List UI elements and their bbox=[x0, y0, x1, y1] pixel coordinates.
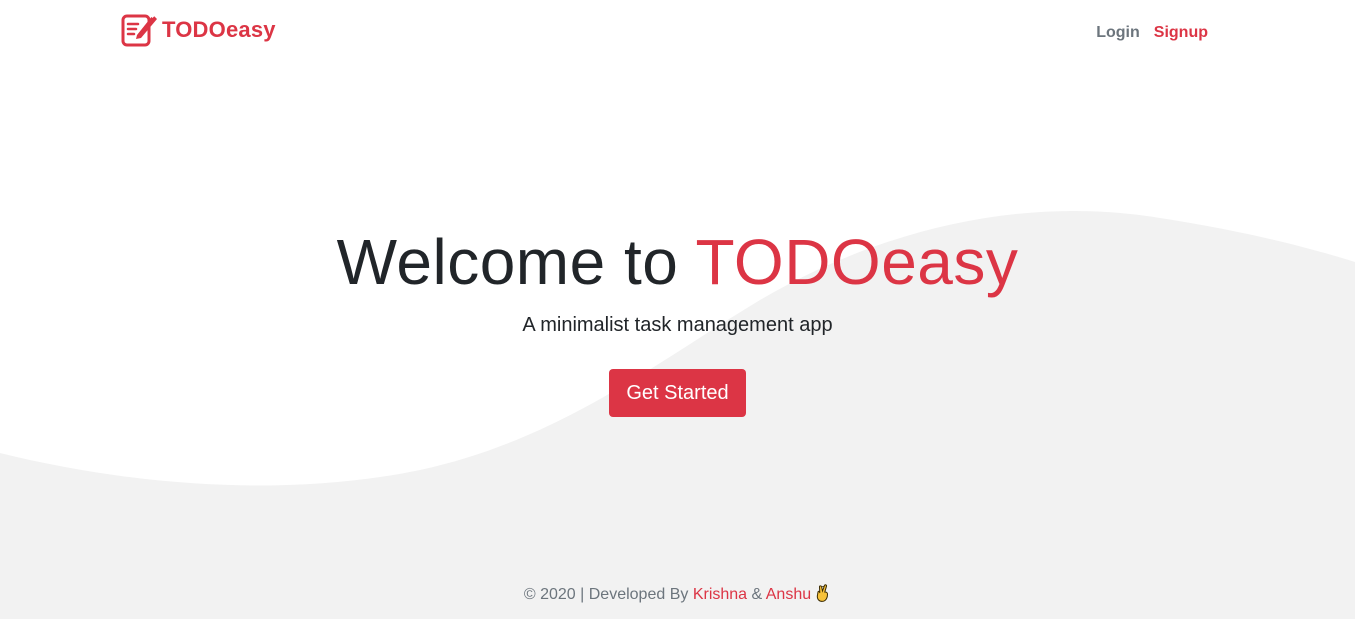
crossed-fingers-icon bbox=[816, 584, 829, 602]
login-link[interactable]: Login bbox=[1096, 24, 1140, 42]
author-link-krishna[interactable]: Krishna bbox=[693, 586, 747, 603]
footer: © 2020 | Developed By Krishna & Anshu bbox=[0, 584, 1355, 604]
hero-title: Welcome to TODOeasy bbox=[0, 222, 1355, 302]
author-link-anshu[interactable]: Anshu bbox=[766, 586, 811, 603]
navbar: TODOeasy Login Signup bbox=[0, 0, 1355, 62]
nav-links: Login Signup bbox=[1096, 24, 1208, 42]
notepad-pencil-icon bbox=[121, 11, 157, 47]
get-started-button[interactable]: Get Started bbox=[609, 369, 746, 417]
hero-section: Welcome to TODOeasy A minimalist task ma… bbox=[0, 222, 1355, 417]
footer-separator: & bbox=[747, 586, 766, 603]
landing-page: TODOeasy Login Signup Welcome to TODOeas… bbox=[0, 0, 1355, 619]
hero-title-accent: TODOeasy bbox=[695, 226, 1019, 298]
footer-copyright: © 2020 | Developed By bbox=[523, 586, 693, 603]
signup-link[interactable]: Signup bbox=[1154, 24, 1208, 42]
hero-subtitle: A minimalist task management app bbox=[522, 314, 833, 336]
brand-name: TODOeasy bbox=[162, 17, 276, 42]
hero-title-prefix: Welcome to bbox=[336, 226, 696, 298]
brand-logo-link[interactable]: TODOeasy bbox=[120, 11, 276, 49]
